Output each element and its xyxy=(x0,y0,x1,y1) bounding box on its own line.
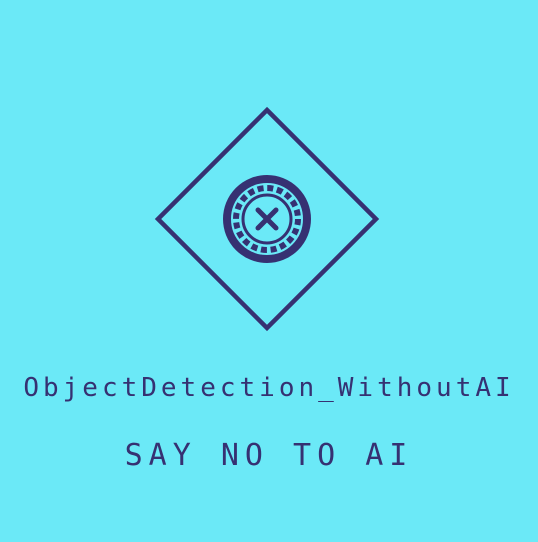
logo-canvas: ObjectDetection_WithoutAI SAY NO TO AI xyxy=(0,0,538,542)
cross-icon xyxy=(255,207,279,231)
brand-tagline: SAY NO TO AI xyxy=(124,438,414,473)
brand-title: ObjectDetection_WithoutAI xyxy=(23,373,515,403)
roulette-wheel-icon xyxy=(223,175,311,263)
